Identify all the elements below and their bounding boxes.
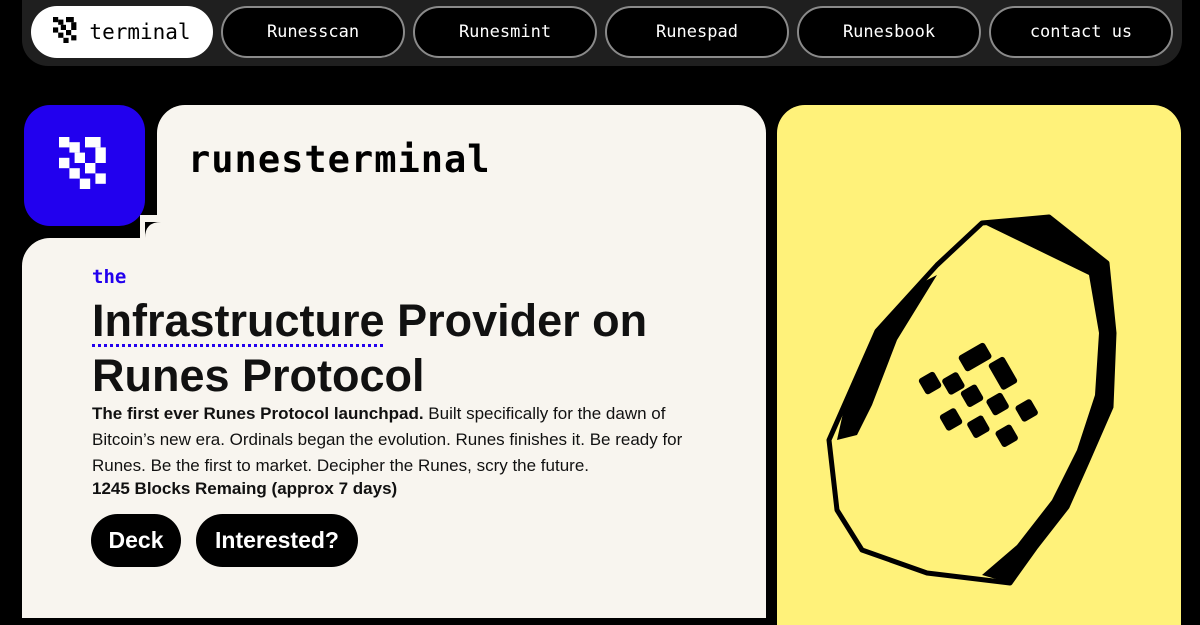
nav-item-runesscan[interactable]: Runesscan [221, 6, 405, 58]
headline-line1-rest: Provider on [384, 295, 648, 346]
hero-description: The first ever Runes Protocol launchpad.… [92, 401, 702, 479]
rune-glyph-icon [58, 137, 111, 194]
headline-line2: Runes Protocol [92, 350, 425, 401]
brand-logo-tile[interactable] [24, 105, 145, 226]
nav-item-runesbook[interactable]: Runesbook [797, 6, 981, 58]
blocks-remaining: 1245 Blocks Remaing (approx 7 days) [92, 479, 398, 498]
hero-description-lead: The first ever Runes Protocol launchpad. [92, 404, 424, 423]
headline-underlined-word: Infrastructure [92, 295, 385, 346]
rune-stone-panel [777, 105, 1181, 625]
nav-home-label: terminal [89, 20, 191, 44]
card-corner-shadow [145, 222, 161, 238]
rune-glyph-icon [53, 16, 79, 48]
hero-headline: Infrastructure Provider on Runes Protocol [92, 293, 732, 403]
rune-stone-illustration [826, 214, 1117, 586]
nav-home-button[interactable]: terminal [31, 6, 213, 58]
nav-item-runesmint[interactable]: Runesmint [413, 6, 597, 58]
headline-eyebrow: the [92, 266, 127, 288]
interested-button[interactable]: Interested? [196, 514, 358, 567]
deck-button[interactable]: Deck [91, 514, 181, 567]
nav-item-contact-us[interactable]: contact us [989, 6, 1173, 58]
nav-item-runespad[interactable]: Runespad [605, 6, 789, 58]
brand-name: runesterminal [188, 138, 491, 181]
